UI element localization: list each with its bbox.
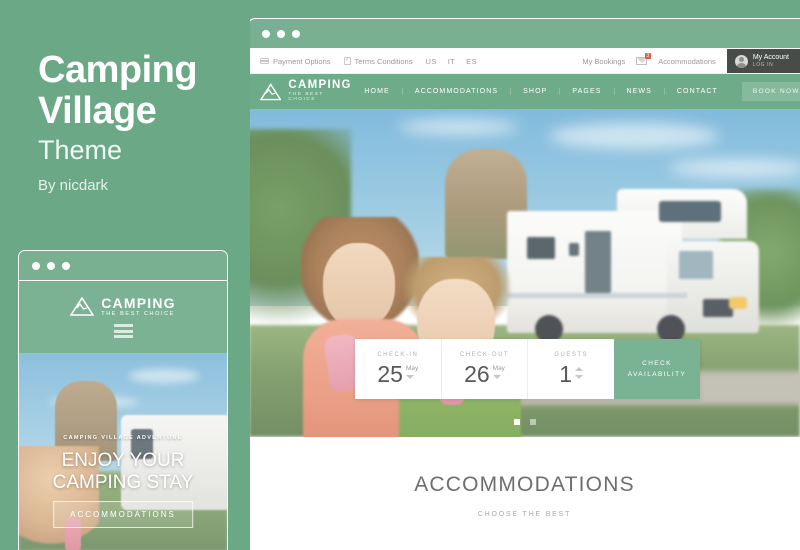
window-dot-minimize-icon[interactable] — [277, 29, 285, 38]
mobile-logo-tagline: THE BEST CHOICE — [101, 310, 175, 317]
payment-options-link[interactable]: Payment Options — [260, 57, 331, 66]
mobile-hero-kicker: CAMPING VILLAGE ADVENTURE — [63, 435, 183, 441]
account-name: My Account — [752, 53, 789, 61]
utility-topbar: Payment Options Terms Conditions US IT E… — [249, 49, 800, 74]
window-dot-maximize-icon[interactable] — [62, 261, 70, 270]
nav-item-accommodations[interactable]: ACCOMMODATIONS — [401, 88, 510, 95]
checkout-month-value: May — [492, 365, 505, 372]
booking-widget: CHECK-IN 25 May CHECK-OUT 26 May GUESTS … — [355, 339, 700, 399]
mail-icon: 3 — [636, 53, 652, 65]
check-availability-line2: AVAILABILITY — [627, 371, 687, 378]
main-navigation: CAMPING THE BEST CHOICE HOME ACCOMMODATI… — [249, 74, 800, 109]
mobile-logo[interactable]: CAMPING THE BEST CHOICE — [70, 296, 176, 318]
mobile-hero-title-line1: ENJOY YOUR — [61, 450, 185, 471]
mobile-hero-cta-button[interactable]: ACCOMMODATIONS — [53, 501, 193, 528]
mail-badge-count: 3 — [644, 53, 652, 59]
window-dot-close-icon[interactable] — [32, 261, 40, 270]
checkout-day-value: 26 — [464, 361, 490, 387]
nav-item-home[interactable]: HOME — [352, 88, 401, 95]
mobile-logo-name: CAMPING — [101, 294, 176, 311]
chevron-down-icon[interactable] — [575, 375, 584, 380]
promo-author: By nicdark — [38, 177, 109, 194]
slider-indicators — [249, 419, 800, 425]
booking-fields: CHECK-IN 25 May CHECK-OUT 26 May GUESTS … — [355, 339, 614, 399]
terms-conditions-link[interactable]: Terms Conditions — [343, 56, 413, 66]
mobile-window-bar — [19, 251, 227, 281]
credit-card-icon — [260, 57, 269, 65]
language-us[interactable]: US — [425, 57, 436, 66]
site-logo-tagline: THE BEST CHOICE — [288, 92, 324, 103]
window-dot-maximize-icon[interactable] — [292, 29, 300, 38]
promo-title-line2: Village — [38, 90, 157, 132]
browser-window-bar — [249, 19, 800, 49]
checkin-month-value: May — [405, 365, 419, 372]
slider-dot-2[interactable] — [529, 419, 536, 425]
promo-title-line1: Camping — [38, 49, 198, 91]
nav-item-contact[interactable]: CONTACT — [663, 88, 730, 95]
check-availability-button[interactable]: CHECK AVAILABILITY — [614, 339, 700, 399]
site-logo-name: CAMPING — [288, 78, 352, 91]
promo-subtitle: Theme — [38, 135, 123, 165]
checkout-field[interactable]: CHECK-OUT 26 May — [442, 339, 529, 399]
page-title: Camping Village — [38, 50, 238, 132]
book-now-button[interactable]: BOOK NOW — [741, 82, 800, 101]
terms-conditions-label: Terms Conditions — [354, 56, 413, 66]
guests-stepper[interactable] — [575, 362, 584, 380]
nav-links: HOME ACCOMMODATIONS SHOP PAGES NEWS CONT… — [352, 82, 800, 101]
payment-options-label: Payment Options — [273, 56, 331, 66]
hero-slider: CHECK-IN 25 May CHECK-OUT 26 May GUESTS … — [249, 109, 800, 437]
window-dot-minimize-icon[interactable] — [47, 261, 55, 270]
hamburger-menu-icon[interactable] — [113, 324, 133, 339]
check-availability-line1: CHECK — [642, 360, 672, 367]
mobile-hero-title: ENJOY YOUR CAMPING STAY — [19, 450, 227, 494]
checkin-field[interactable]: CHECK-IN 25 May — [355, 339, 442, 399]
document-check-icon — [343, 56, 351, 65]
mountain-logo-icon — [70, 297, 95, 316]
slider-dot-1[interactable] — [513, 419, 520, 425]
checkin-day-value: 25 — [377, 361, 403, 387]
checkin-label: CHECK-IN — [377, 352, 419, 358]
browser-mockup: Payment Options Terms Conditions US IT E… — [248, 18, 800, 550]
language-it[interactable]: IT — [448, 57, 455, 66]
mountain-logo-icon — [260, 82, 282, 100]
nav-item-news[interactable]: NEWS — [613, 88, 664, 95]
chevron-down-icon[interactable] — [405, 375, 414, 380]
nav-item-pages[interactable]: PAGES — [559, 88, 613, 95]
mobile-mockup: CAMPING THE BEST CHOICE CAMPING VILLAGE … — [18, 250, 228, 550]
accommodations-link[interactable]: Accommodations — [658, 57, 716, 66]
mobile-hero: CAMPING VILLAGE ADVENTURE ENJOY YOUR CAM… — [19, 353, 227, 550]
checkout-label: CHECK-OUT — [459, 352, 510, 358]
accommodations-subtitle: CHOOSE THE BEST — [477, 511, 572, 518]
my-bookings-link[interactable]: My Bookings — [582, 57, 625, 66]
account-login-label: LOG IN — [752, 61, 774, 68]
nav-item-shop[interactable]: SHOP — [510, 88, 559, 95]
site-logo[interactable]: CAMPING THE BEST CHOICE — [260, 78, 352, 103]
utility-topbar-right: My Bookings 3 Accommodations My Account … — [582, 49, 800, 73]
accommodations-title: ACCOMMODATIONS — [414, 473, 635, 496]
mobile-header: CAMPING THE BEST CHOICE — [19, 281, 227, 353]
chevron-up-icon[interactable] — [575, 367, 584, 372]
guests-field[interactable]: GUESTS 1 — [528, 339, 614, 399]
guests-label: GUESTS — [554, 352, 589, 358]
avatar — [734, 54, 748, 68]
mobile-hero-title-line2: CAMPING STAY — [52, 472, 194, 493]
guests-value: 1 — [559, 361, 573, 387]
chevron-down-icon[interactable] — [492, 375, 501, 380]
language-es[interactable]: ES — [466, 57, 477, 66]
accommodations-section: ACCOMMODATIONS CHOOSE THE BEST — [249, 437, 800, 518]
my-account-button[interactable]: My Account LOG IN — [726, 49, 800, 73]
messages-button[interactable]: 3 — [636, 53, 652, 65]
window-dot-close-icon[interactable] — [262, 29, 270, 38]
